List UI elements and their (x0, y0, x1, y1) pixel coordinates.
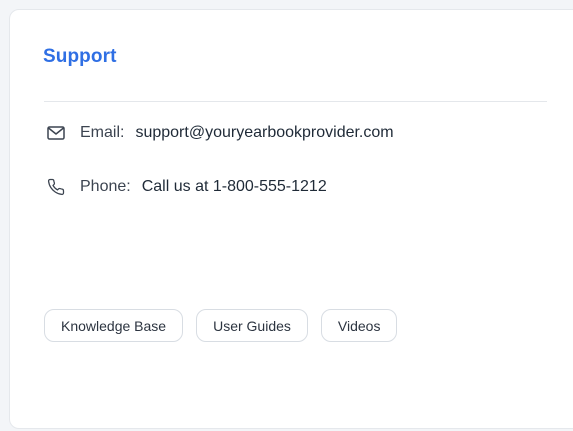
resource-links: Knowledge Base User Guides Videos (44, 309, 398, 342)
support-card: Support Email: support@youryearbookprovi… (9, 9, 573, 429)
phone-row: Phone: Call us at 1-800-555-1212 (46, 176, 327, 198)
card-title: Support (43, 46, 117, 67)
email-row: Email: support@youryearbookprovider.com (46, 122, 394, 144)
phone-value[interactable]: Call us at 1-800-555-1212 (142, 178, 327, 196)
knowledge-base-button[interactable]: Knowledge Base (44, 309, 184, 342)
videos-button[interactable]: Videos (320, 309, 398, 342)
email-label: Email: (80, 124, 125, 141)
user-guides-button[interactable]: User Guides (196, 309, 308, 342)
phone-label: Phone: (80, 178, 131, 195)
divider (44, 101, 547, 102)
phone-icon (46, 177, 66, 197)
envelope-icon (46, 123, 66, 143)
email-value[interactable]: support@youryearbookprovider.com (135, 124, 393, 142)
